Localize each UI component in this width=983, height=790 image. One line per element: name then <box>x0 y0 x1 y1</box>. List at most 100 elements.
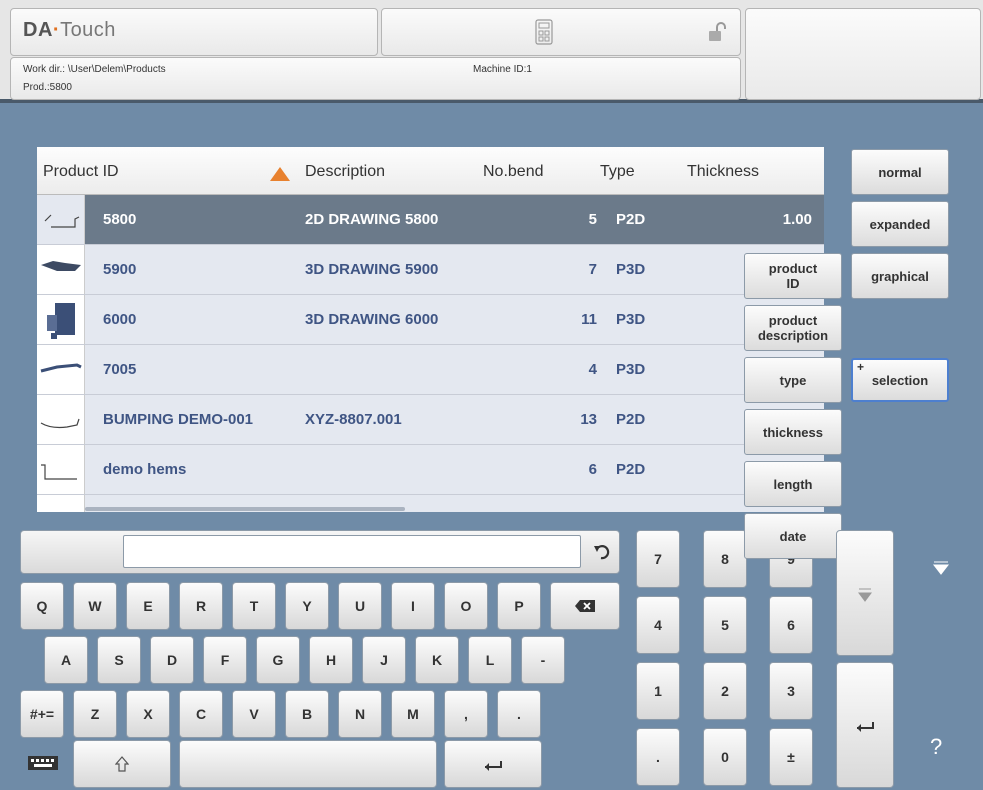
table-row[interactable]: 5900 3D DRAWING 5900 7 P3D <box>37 245 824 295</box>
numpad-key-3[interactable]: 3 <box>769 662 813 720</box>
key-d[interactable]: D <box>150 636 194 684</box>
header-bar: DA·Touch Work dir.: \User\Delem\Products… <box>0 0 983 103</box>
selection-button[interactable]: + selection <box>851 358 949 402</box>
cell-type: P3D <box>616 361 646 378</box>
toolbar-box <box>381 8 741 56</box>
selection-plus-icon: + <box>857 360 865 374</box>
normal-view-button[interactable]: normal <box>851 149 949 195</box>
table-row[interactable]: 6000 3D DRAWING 6000 11 P3D <box>37 295 824 345</box>
key-g[interactable]: G <box>256 636 300 684</box>
key-x[interactable]: X <box>126 690 170 738</box>
key-u[interactable]: U <box>338 582 382 630</box>
sort-type-button[interactable]: type <box>744 357 842 403</box>
numpad-key-plusminus[interactable]: ± <box>769 728 813 786</box>
key-comma[interactable]: , <box>444 690 488 738</box>
horizontal-scrollbar[interactable] <box>85 507 405 511</box>
key-o[interactable]: O <box>444 582 488 630</box>
status-box <box>745 8 981 100</box>
key-w[interactable]: W <box>73 582 117 630</box>
numpad-key-6[interactable]: 6 <box>769 596 813 654</box>
key-b[interactable]: B <box>285 690 329 738</box>
expanded-view-button[interactable]: expanded <box>851 201 949 247</box>
table-row[interactable]: demo hems 6 P2D <box>37 445 824 495</box>
numpad-key-5[interactable]: 5 <box>703 596 747 654</box>
key-m[interactable]: M <box>391 690 435 738</box>
backspace-icon <box>575 600 595 612</box>
sort-date-button[interactable]: date <box>744 513 842 559</box>
key-f[interactable]: F <box>203 636 247 684</box>
cell-type: P3D <box>616 261 646 278</box>
graphical-view-button[interactable]: graphical <box>851 253 949 299</box>
backspace-numpad-button[interactable] <box>836 530 894 656</box>
dropdown-triangle-icon[interactable] <box>932 558 950 576</box>
keyboard-icon[interactable] <box>28 756 58 775</box>
numpad-key-1[interactable]: 1 <box>636 662 680 720</box>
shift-key[interactable] <box>73 740 171 788</box>
sort-length-button[interactable]: length <box>744 461 842 507</box>
table-row[interactable]: 5800 2D DRAWING 5800 5 P2D 1.00 <box>37 195 824 245</box>
numpad-key-7[interactable]: 7 <box>636 530 680 588</box>
backspace-key[interactable] <box>550 582 620 630</box>
undo-icon[interactable] <box>588 537 616 567</box>
key-t[interactable]: T <box>232 582 276 630</box>
sort-product-description-button[interactable]: product description <box>744 305 842 351</box>
col-product-id[interactable]: Product ID <box>43 163 119 181</box>
key-period[interactable]: . <box>497 690 541 738</box>
col-no-bend[interactable]: No.bend <box>483 163 544 181</box>
product-thumbnail-icon <box>37 445 85 494</box>
key-j[interactable]: J <box>362 636 406 684</box>
symbols-key[interactable]: #+= <box>20 690 64 738</box>
numpad-key-decimal[interactable]: . <box>636 728 680 786</box>
key-k[interactable]: K <box>415 636 459 684</box>
sort-thickness-button[interactable]: thickness <box>744 409 842 455</box>
numpad-key-2[interactable]: 2 <box>703 662 747 720</box>
col-description[interactable]: Description <box>305 163 385 181</box>
logo-product: Touch <box>60 19 116 41</box>
key-h[interactable]: H <box>309 636 353 684</box>
key-dash[interactable]: - <box>521 636 565 684</box>
product-thumbnail-icon <box>37 245 85 294</box>
key-z[interactable]: Z <box>73 690 117 738</box>
key-i[interactable]: I <box>391 582 435 630</box>
calculator-icon[interactable] <box>532 19 556 47</box>
key-s[interactable]: S <box>97 636 141 684</box>
sort-ascending-icon[interactable] <box>270 167 290 181</box>
help-button[interactable]: ? <box>930 734 942 760</box>
numpad-key-8[interactable]: 8 <box>703 530 747 588</box>
enter-numpad-button[interactable] <box>836 662 894 788</box>
table-row[interactable]: BUMPING DEMO-001 XYZ-8807.001 13 P2D <box>37 395 824 445</box>
col-thickness[interactable]: Thickness <box>687 163 759 181</box>
key-l[interactable]: L <box>468 636 512 684</box>
space-key[interactable] <box>179 740 437 788</box>
product-thumbnail-icon <box>37 295 85 344</box>
sort-product-id-button[interactable]: product ID <box>744 253 842 299</box>
sort-description-label-2: description <box>757 328 829 343</box>
selection-label: selection <box>871 372 929 388</box>
product-thumbnail-icon <box>37 195 85 244</box>
table-header: Product ID Description No.bend Type Thic… <box>37 147 824 195</box>
unlock-icon[interactable] <box>705 21 729 45</box>
numpad-key-4[interactable]: 4 <box>636 596 680 654</box>
key-y[interactable]: Y <box>285 582 329 630</box>
key-c[interactable]: C <box>179 690 223 738</box>
sort-description-label-1: product <box>768 313 818 328</box>
cell-product-id: 5800 <box>103 211 137 228</box>
key-r[interactable]: R <box>179 582 223 630</box>
cell-description: 3D DRAWING 6000 <box>305 311 439 328</box>
table-row[interactable]: 7005 4 P3D <box>37 345 824 395</box>
text-input[interactable] <box>123 535 581 568</box>
machine-id-label: Machine ID:1 <box>473 64 532 75</box>
key-v[interactable]: V <box>232 690 276 738</box>
key-q[interactable]: Q <box>20 582 64 630</box>
numpad-key-0[interactable]: 0 <box>703 728 747 786</box>
col-type[interactable]: Type <box>600 163 635 181</box>
key-e[interactable]: E <box>126 582 170 630</box>
key-p[interactable]: P <box>497 582 541 630</box>
cell-type: P2D <box>616 211 646 228</box>
key-a[interactable]: A <box>44 636 88 684</box>
work-dir-label: Work dir.: \User\Delem\Products <box>23 64 166 75</box>
cell-product-id: demo hems <box>103 461 187 478</box>
key-n[interactable]: N <box>338 690 382 738</box>
enter-key[interactable] <box>444 740 542 788</box>
cell-description: XYZ-8807.001 <box>305 411 402 428</box>
